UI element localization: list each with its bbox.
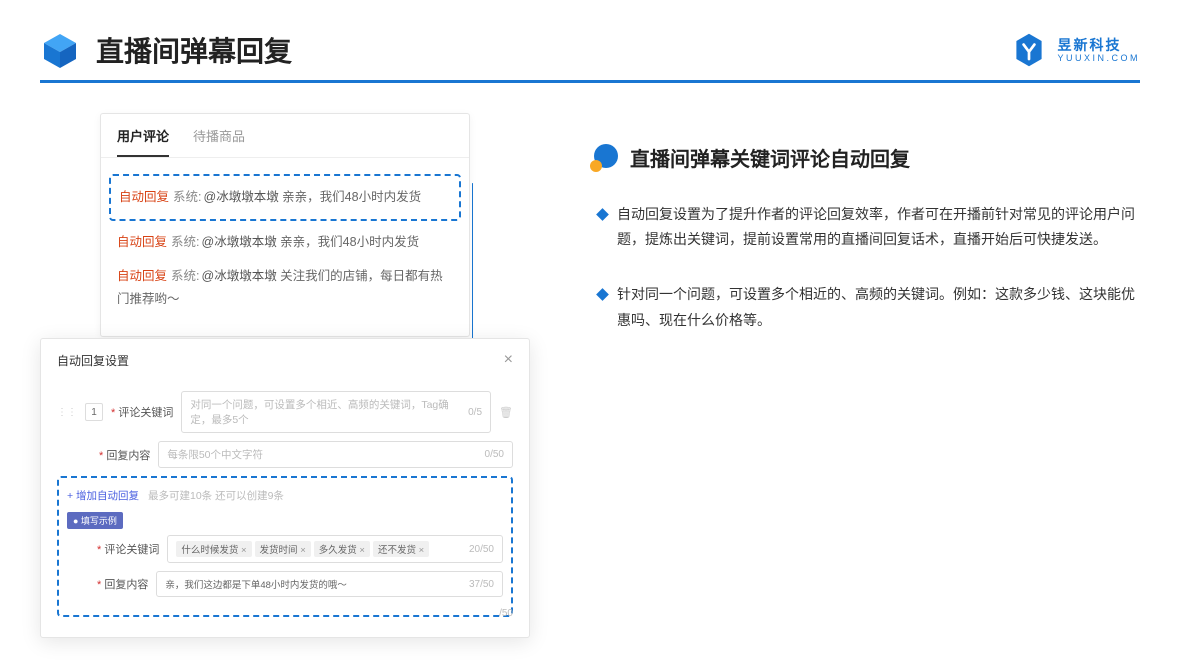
diamond-icon [596,289,609,302]
brand-name-en: YUUXIN.COM [1057,54,1140,63]
close-icon[interactable]: × [504,351,513,369]
settings-title: 自动回复设置 [57,352,129,369]
diamond-icon [596,208,609,221]
brand-logo-block: 昱新科技 YUUXIN.COM [1011,32,1140,68]
tab-user-comments[interactable]: 用户评论 [117,126,169,157]
bullet-item: 自动回复设置为了提升作者的评论回复效率，作者可在开播前针对常见的评论用户问题，提… [598,202,1140,252]
comment-item-highlighted: 自动回复系统:@冰墩墩本墩 亲亲，我们48小时内发货 [109,174,461,221]
keyword-label: 评论关键词 [111,404,173,420]
tab-pending-products[interactable]: 待播商品 [193,126,245,157]
section-title: 直播间弹幕关键词评论自动回复 [630,143,910,172]
delete-icon[interactable]: 🗑 [499,406,513,419]
drag-handle-icon[interactable]: ⋮⋮ [57,407,77,418]
add-hint: 最多可建10条 还可以创建9条 [148,490,284,502]
comment-item: 自动回复系统:@冰墩墩本墩 亲亲，我们48小时内发货 [117,225,453,260]
page-title: 直播间弹幕回复 [96,30,292,70]
ex-reply-text: 亲，我们这边都是下单48小时内发货的哦～ 37/50 [156,571,503,597]
ex-keyword-tags: 什么时候发货发货时间多久发货还不发货 20/50 [167,535,503,563]
extra-counter: /50 [499,608,513,619]
ex-reply-label: 回复内容 [97,576,148,592]
keyword-input[interactable]: 对同一个问题，可设置多个相近、高频的关键词，Tag确定，最多5个 0/5 [181,391,491,433]
brand-logo-icon [1011,32,1047,68]
reply-input[interactable]: 每条限50个中文字符 0/50 [158,441,513,468]
brand-name-cn: 昱新科技 [1057,38,1140,52]
add-auto-reply-link[interactable]: + 增加自动回复 [67,490,139,502]
comment-item: 自动回复系统:@冰墩墩本墩 关注我们的店铺，每日都有热门推荐哟～ [117,259,453,316]
auto-reply-settings-modal: 自动回复设置 × ⋮⋮ 1 评论关键词 对同一个问题，可设置多个相近、高频的关键… [40,338,530,638]
example-badge: ● 填写示例 [67,512,123,529]
ex-keyword-label: 评论关键词 [97,541,159,557]
example-block: + 增加自动回复 最多可建10条 还可以创建9条 ● 填写示例 评论关键词 什么… [57,476,513,617]
auto-reply-tag: 自动回复 [119,190,169,204]
bubble-icon [590,144,618,172]
comments-panel: 用户评论 待播商品 自动回复系统:@冰墩墩本墩 亲亲，我们48小时内发货 自动回… [100,113,470,337]
cube-icon [40,30,80,70]
bullet-item: 针对同一个问题，可设置多个相近的、高频的关键词。例如：这款多少钱、这块能优惠吗、… [598,282,1140,332]
reply-label: 回复内容 [99,447,150,463]
order-number: 1 [85,403,103,421]
